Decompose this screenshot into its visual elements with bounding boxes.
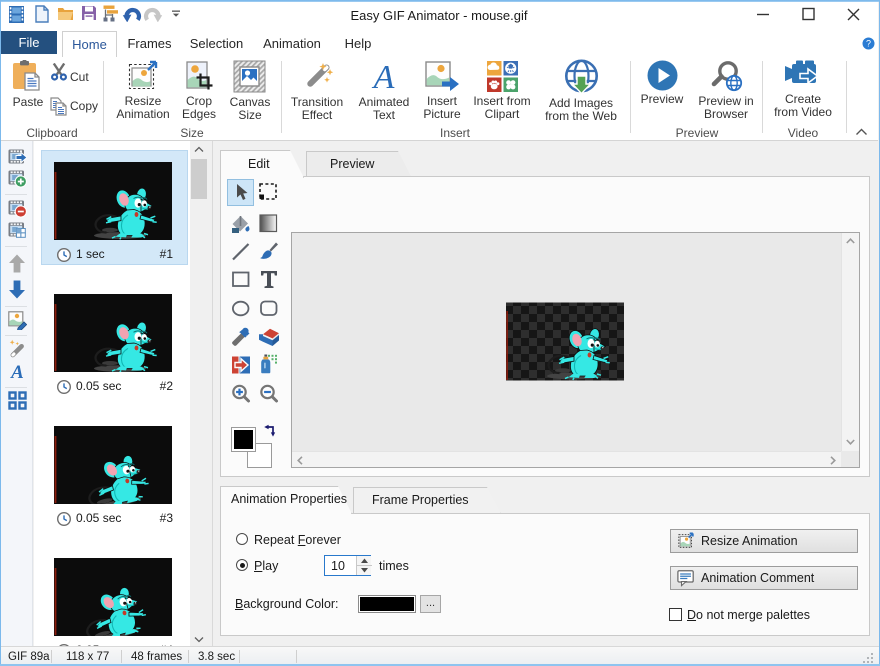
svg-text:?: ? bbox=[866, 39, 871, 49]
svg-text:A: A bbox=[10, 362, 24, 381]
svg-text:A: A bbox=[372, 60, 395, 94]
